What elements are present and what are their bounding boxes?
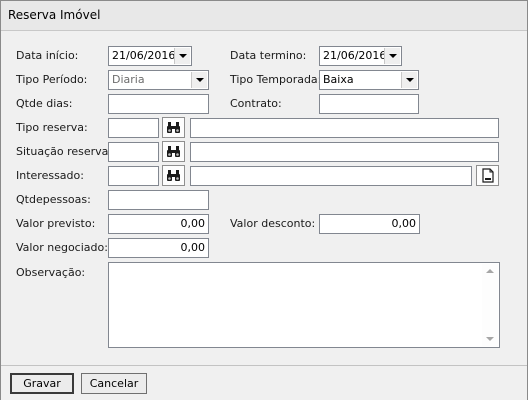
window-title: Reserva Imóvel	[8, 8, 101, 22]
title-bar: Reserva Imóvel	[1, 1, 527, 31]
data-inicio-value: 21/06/2016	[112, 49, 176, 62]
tipo-reserva-label: Tipo reserva:	[16, 121, 88, 134]
valor-desconto-label: Valor desconto:	[230, 217, 316, 230]
situacao-reserva-description-input[interactable]	[190, 142, 499, 162]
interessado-code-input[interactable]	[108, 166, 159, 186]
cancel-button[interactable]: Cancelar	[81, 373, 147, 394]
chevron-down-icon[interactable]	[384, 48, 400, 64]
chevron-down-icon[interactable]	[191, 72, 207, 88]
valor-previsto-label: Valor previsto:	[16, 217, 96, 230]
tipo-reserva-code-input[interactable]	[108, 118, 159, 138]
observacao-value	[109, 263, 499, 269]
observacao-textarea[interactable]	[108, 262, 500, 348]
tipo-temporada-label: Tipo Temporada:	[230, 73, 322, 86]
situacao-reserva-code-input[interactable]	[108, 142, 159, 162]
interessado-description-input[interactable]	[190, 166, 472, 186]
button-bar: Gravar Cancelar	[1, 365, 527, 400]
binoculars-icon	[167, 170, 180, 181]
tipo-temporada-value: Baixa	[323, 73, 354, 86]
situacao-reserva-label: Situação reserva:	[16, 145, 113, 158]
valor-negociado-label: Valor negociado:	[16, 241, 108, 254]
data-inicio-label: Data início:	[16, 49, 79, 62]
observacao-label: Observação:	[16, 266, 86, 279]
chevron-down-icon[interactable]	[401, 72, 417, 88]
binoculars-icon	[167, 122, 180, 133]
scroll-up-arrow-icon[interactable]	[486, 269, 494, 273]
contrato-input[interactable]	[319, 94, 419, 114]
tipo-reserva-description-input[interactable]	[190, 118, 499, 138]
data-termino-label: Data termino:	[230, 49, 307, 62]
tipo-periodo-label: Tipo Período:	[16, 73, 88, 86]
situacao-reserva-lookup-button[interactable]	[162, 141, 185, 162]
data-termino-picker[interactable]: 21/06/2016	[319, 46, 402, 66]
chevron-down-icon[interactable]	[174, 48, 190, 64]
form-area: Data início: 21/06/2016 Data termino: 21…	[1, 31, 527, 367]
save-button[interactable]: Gravar	[10, 373, 74, 394]
new-document-icon	[482, 168, 494, 183]
observacao-scrollbar[interactable]	[482, 264, 498, 346]
tipo-periodo-select[interactable]: Diaria	[108, 70, 209, 90]
valor-desconto-input[interactable]: 0,00	[319, 214, 420, 234]
reserva-imovel-window: Reserva Imóvel Data início: 21/06/2016 D…	[0, 0, 528, 400]
data-termino-value: 21/06/2016	[323, 49, 387, 62]
interessado-lookup-button[interactable]	[162, 165, 185, 186]
tipo-periodo-value: Diaria	[112, 73, 145, 86]
scroll-down-arrow-icon[interactable]	[486, 337, 494, 341]
valor-previsto-input[interactable]: 0,00	[108, 214, 209, 234]
tipo-reserva-lookup-button[interactable]	[162, 117, 185, 138]
interessado-new-button[interactable]	[476, 165, 499, 186]
qtdepessoas-input[interactable]	[108, 190, 209, 210]
interessado-label: Interessado:	[16, 169, 84, 182]
contrato-label: Contrato:	[230, 97, 282, 110]
data-inicio-picker[interactable]: 21/06/2016	[108, 46, 192, 66]
binoculars-icon	[167, 146, 180, 157]
tipo-temporada-select[interactable]: Baixa	[319, 70, 419, 90]
valor-negociado-input[interactable]: 0,00	[108, 238, 209, 258]
qtde-dias-label: Qtde dias:	[16, 97, 73, 110]
qtdepessoas-label: Qtdepessoas:	[16, 193, 91, 206]
qtde-dias-input[interactable]	[108, 94, 209, 114]
